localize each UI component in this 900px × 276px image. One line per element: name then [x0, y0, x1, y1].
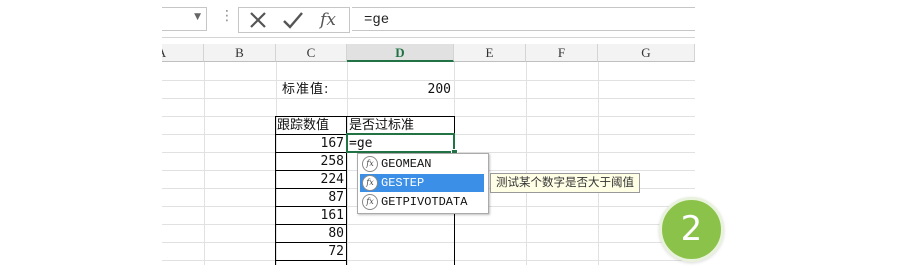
enter-button[interactable]	[276, 8, 310, 32]
cancel-x-icon	[250, 12, 266, 28]
active-cell-text: =ge	[349, 136, 373, 151]
function-icon: fx	[362, 175, 378, 191]
autocomplete-item-geomean[interactable]: fx GEOMEAN	[360, 155, 484, 173]
column-header-f[interactable]: F	[526, 44, 598, 62]
cell-value[interactable]: 87	[276, 189, 344, 207]
cell-c3[interactable]: 标准值:	[282, 81, 329, 99]
insert-function-button[interactable]: fx	[311, 8, 345, 32]
column-g-label: G	[641, 45, 651, 60]
formula-buttons: fx	[238, 7, 350, 33]
fx-icon: fx	[320, 10, 336, 30]
column-header-e[interactable]: E	[454, 44, 526, 62]
chevron-down-icon[interactable]: ▼	[194, 12, 201, 22]
function-tooltip: 测试某个数字是否大于阈值	[490, 173, 640, 193]
active-cell[interactable]: =ge	[346, 133, 455, 153]
column-d-label: D	[395, 45, 405, 60]
column-header-a[interactable]: A	[162, 44, 204, 62]
column-f-label: F	[557, 45, 566, 60]
column-a-label: A	[162, 45, 166, 60]
more-icon: ⋮	[220, 8, 234, 24]
function-autocomplete: fx GEOMEAN fx GESTEP fx GETPIVOTDATA	[357, 153, 489, 214]
enter-check-icon	[283, 12, 303, 29]
cell-value[interactable]: 224	[276, 171, 344, 189]
gridline	[598, 62, 599, 265]
column-c-label: C	[306, 45, 316, 60]
cell-value[interactable]: 161	[276, 207, 344, 225]
name-box[interactable]: ▼	[162, 7, 207, 31]
formula-input[interactable]: =ge	[352, 7, 695, 31]
autocomplete-item-label: GEOMEAN	[381, 157, 432, 171]
function-icon: fx	[362, 156, 378, 172]
cell-value[interactable]: 72	[276, 243, 344, 261]
step-badge: 2	[659, 197, 724, 262]
autocomplete-item-label: GETPIVOTDATA	[381, 195, 468, 209]
column-e-label: E	[485, 45, 494, 60]
column-header-g[interactable]: G	[598, 44, 695, 62]
cell-c5[interactable]: 跟踪数值	[277, 117, 329, 135]
autocomplete-item-gestep[interactable]: fx GESTEP	[360, 174, 484, 192]
cancel-button[interactable]	[241, 8, 275, 32]
autocomplete-item-label: GESTEP	[381, 176, 425, 190]
cell-d3[interactable]: 200	[348, 81, 451, 99]
function-icon: fx	[362, 194, 378, 210]
column-header-c[interactable]: C	[276, 44, 347, 62]
gridline	[204, 62, 205, 265]
column-header-b[interactable]: B	[204, 44, 276, 62]
cell-value[interactable]: 258	[276, 153, 344, 171]
cell-value[interactable]: 80	[276, 225, 344, 243]
spreadsheet: ▼ ⋮ fx =ge A B C D E F G 标准	[162, 0, 695, 265]
formula-bar: ▼ ⋮ fx =ge	[162, 0, 695, 38]
column-header-d[interactable]: D	[347, 44, 454, 62]
column-b-label: B	[235, 45, 244, 60]
cell-value[interactable]: 167	[276, 135, 344, 153]
gridline	[526, 62, 527, 265]
autocomplete-item-getpivotdata[interactable]: fx GETPIVOTDATA	[360, 193, 484, 211]
